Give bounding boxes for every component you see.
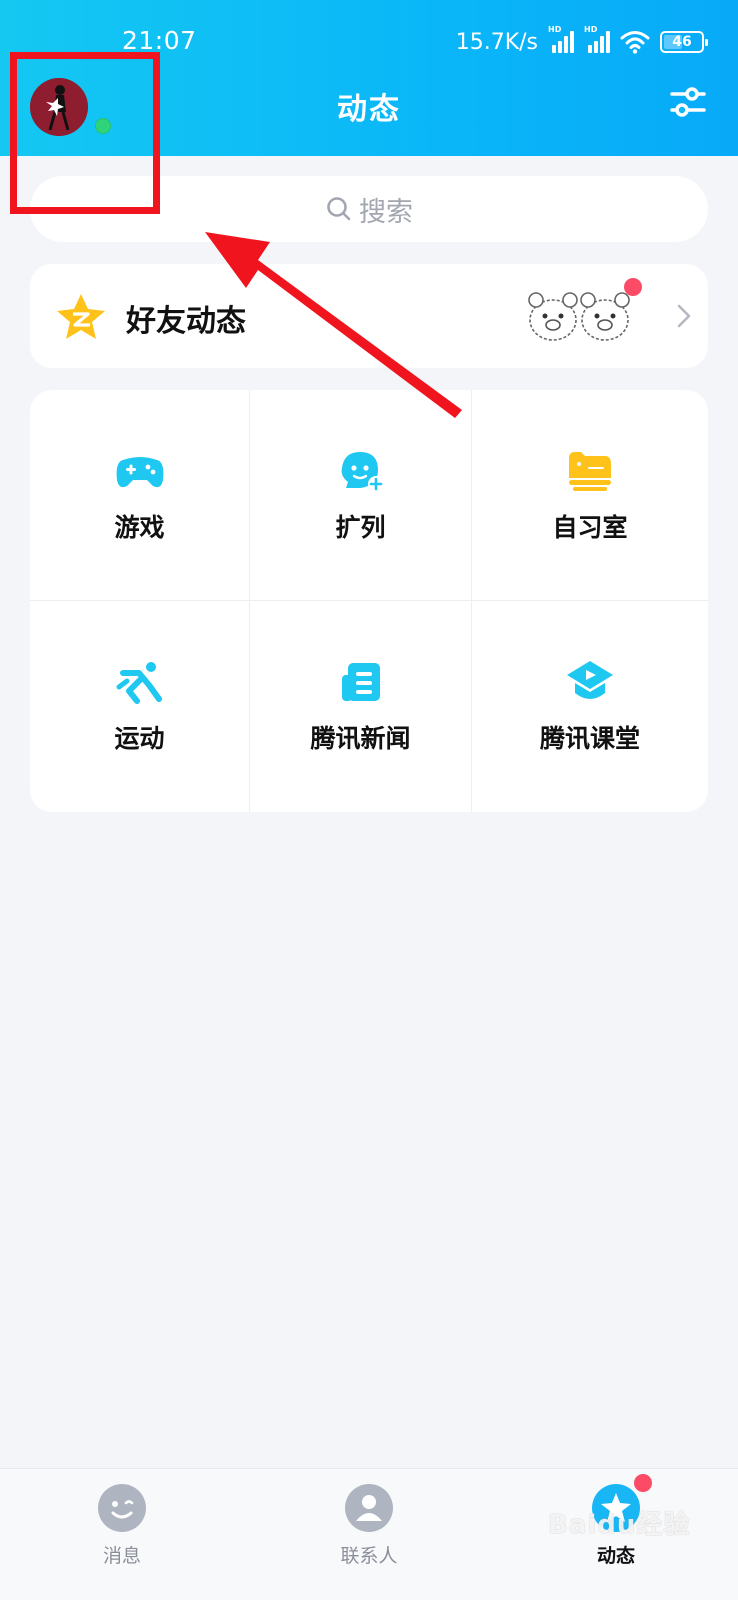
app-label: 自习室 (552, 513, 628, 542)
bear-sticker-icon (528, 292, 578, 341)
classroom-icon (567, 661, 613, 699)
wifi-icon (620, 31, 650, 54)
gamepad-icon (116, 457, 163, 488)
tab-messages[interactable]: 消息 (52, 1483, 192, 1568)
qzone-star-icon (57, 294, 105, 339)
signal-tag: HD (584, 25, 598, 34)
tab-label: 消息 (102, 1545, 141, 1567)
app-tencent-news[interactable]: 腾讯新闻 (250, 601, 472, 812)
battery-icon: 46 (660, 31, 708, 53)
app-label: 游戏 (114, 513, 165, 542)
search-placeholder: 搜索 (359, 196, 413, 228)
app-tencent-classroom[interactable]: 腾讯课堂 (472, 601, 708, 812)
study-room-icon (569, 452, 611, 491)
chevron-right-icon (677, 304, 691, 328)
feed-tab-badge (634, 1474, 652, 1492)
status-time: 21:07 (122, 26, 197, 55)
friends-feed-entry[interactable]: 好友动态 (30, 264, 708, 368)
app-expand-friends[interactable]: 扩列 (250, 390, 472, 601)
signal-hd-icon: HD (548, 25, 574, 55)
tab-label: 联系人 (340, 1545, 398, 1567)
friends-feed-label: 好友动态 (126, 304, 246, 339)
message-icon (98, 1484, 146, 1532)
contacts-icon (345, 1484, 393, 1532)
app-label: 扩列 (335, 513, 386, 542)
app-label: 腾讯新闻 (310, 724, 411, 753)
bear-sticker-icon (580, 292, 630, 341)
app-label: 运动 (114, 724, 165, 753)
status-indicators: 15.7K/s HD HD 46 (455, 25, 708, 58)
watermark: Baidu经验 (548, 1510, 691, 1540)
news-icon (341, 663, 380, 701)
apps-grid: 游戏 扩列 自习室 运动 腾讯新闻 腾讯课堂 (30, 390, 708, 812)
signal-tag: HD (548, 25, 562, 34)
new-update-badge (624, 278, 642, 296)
tab-contacts[interactable]: 联系人 (299, 1483, 439, 1568)
app-study-room[interactable]: 自习室 (472, 390, 708, 601)
tab-label: 动态 (596, 1545, 635, 1567)
signal-hd-icon: HD (584, 25, 610, 55)
network-speed: 15.7K/s (455, 29, 538, 55)
running-icon (116, 662, 162, 704)
annotation-highlight-box (10, 52, 160, 214)
battery-level: 46 (672, 34, 692, 50)
app-game[interactable]: 游戏 (30, 390, 250, 601)
app-label: 腾讯课堂 (539, 724, 640, 753)
search-icon (327, 197, 351, 221)
app-sports[interactable]: 运动 (30, 601, 250, 812)
sliders-icon[interactable] (668, 82, 708, 122)
add-friend-icon (341, 452, 384, 492)
